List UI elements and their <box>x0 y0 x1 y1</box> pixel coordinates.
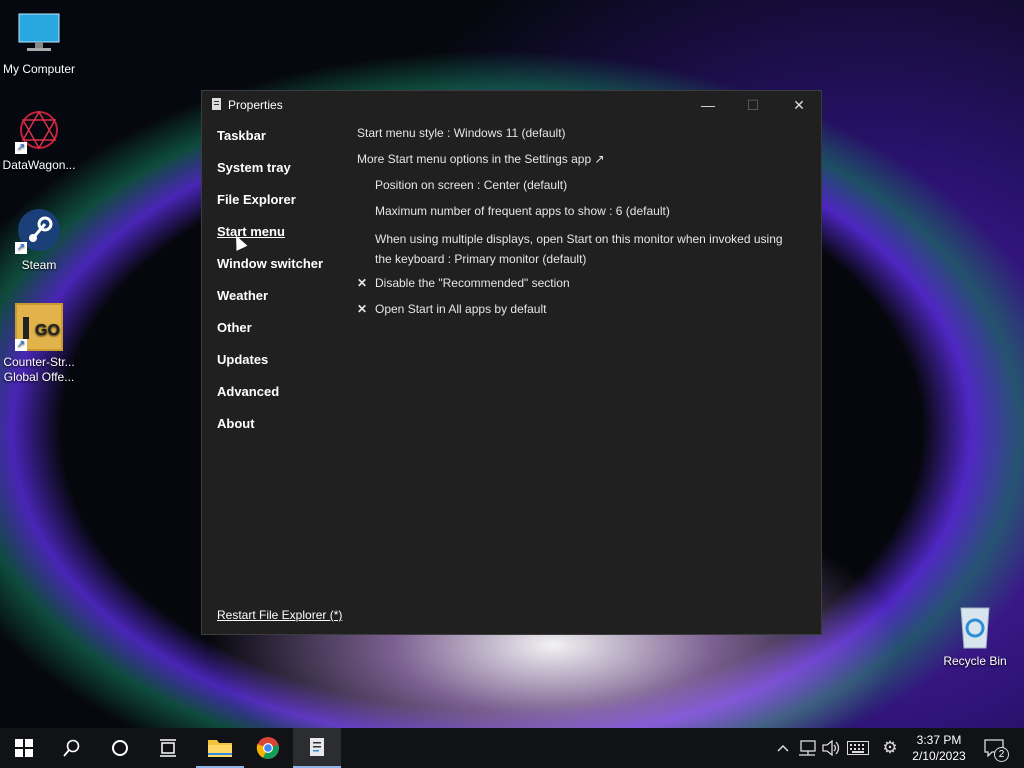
recycle-bin-icon <box>951 602 999 650</box>
clock-date: 2/10/2023 <box>912 749 966 763</box>
restart-file-explorer-link[interactable]: Restart File Explorer (*) <box>217 608 342 622</box>
check-mark-icon: ✕ <box>357 276 368 290</box>
desktop-icon-label: Steam <box>21 258 57 272</box>
start-button[interactable] <box>0 728 48 768</box>
keyboard-button[interactable] <box>845 728 871 768</box>
taskbar-properties-app[interactable] <box>293 728 341 768</box>
setting-max-frequent-apps[interactable]: Maximum number of frequent apps to show … <box>357 203 797 229</box>
taskbar: ⚙ 3:37 PM 2/10/2023 2 <box>0 728 1024 768</box>
nav-item-updates[interactable]: Updates <box>217 352 323 384</box>
nav-item-taskbar[interactable]: Taskbar <box>217 128 323 160</box>
check-mark-icon: ✕ <box>357 302 368 316</box>
chevron-up-icon <box>777 744 789 752</box>
link-more-start-options[interactable]: More Start menu options in the Settings … <box>357 151 797 177</box>
csgo-logo-icon: GO ↗ <box>15 303 63 351</box>
settings-panel: Start menu style : Windows 11 (default) … <box>357 125 797 327</box>
action-center-button[interactable]: 2 <box>978 728 1010 768</box>
search-icon <box>63 739 80 757</box>
nav-item-weather[interactable]: Weather <box>217 288 323 320</box>
svg-text:GO: GO <box>35 322 60 339</box>
nav-item-other[interactable]: Other <box>217 320 323 352</box>
taskbar-file-explorer[interactable] <box>196 728 244 768</box>
volume-button[interactable] <box>820 728 842 768</box>
nav-item-advanced[interactable]: Advanced <box>217 384 323 416</box>
shortcut-arrow-icon: ↗ <box>15 242 27 254</box>
taskbar-chrome[interactable] <box>244 728 292 768</box>
nav-item-about[interactable]: About <box>217 416 323 448</box>
shortcut-arrow-icon: ↗ <box>15 142 27 154</box>
chrome-icon <box>256 737 279 759</box>
window-titlebar[interactable]: Properties — ☐ ✕ <box>202 91 821 119</box>
clock-time: 3:37 PM <box>916 733 962 747</box>
setting-disable-recommended[interactable]: ✕ Disable the "Recommended" section <box>357 275 797 301</box>
search-button[interactable] <box>48 728 96 768</box>
cortana-circle-icon <box>112 740 128 756</box>
desktop-icon-label: My Computer <box>2 62 76 76</box>
task-view-button[interactable] <box>144 728 192 768</box>
gear-icon: ⚙ <box>882 738 898 757</box>
folder-icon <box>208 740 232 757</box>
datawagon-logo-icon: ↗ <box>15 106 63 154</box>
network-button[interactable] <box>796 728 818 768</box>
task-view-icon <box>160 739 176 757</box>
desktop-icon-steam[interactable]: ↗ Steam <box>0 206 78 273</box>
setting-multi-display[interactable]: When using multiple displays, open Start… <box>357 229 797 275</box>
cortana-button[interactable] <box>96 728 144 768</box>
window-title: Properties <box>228 98 283 112</box>
windows-logo-icon <box>15 739 33 757</box>
monitor-icon <box>15 10 63 58</box>
desktop-icon-label: Recycle Bin <box>943 654 1007 668</box>
steam-logo-icon: ↗ <box>15 206 63 254</box>
setting-open-all-apps[interactable]: ✕ Open Start in All apps by default <box>357 301 797 327</box>
shortcut-arrow-icon: ↗ <box>15 339 27 351</box>
show-hidden-icons-button[interactable] <box>772 728 794 768</box>
setting-position[interactable]: Position on screen : Center (default) <box>357 177 797 203</box>
close-button[interactable]: ✕ <box>776 91 822 119</box>
network-icon <box>799 740 816 756</box>
desktop-icon-datawagon[interactable]: ↗ DataWagon... <box>0 106 78 173</box>
minimize-button[interactable]: — <box>685 91 731 119</box>
setting-start-menu-style[interactable]: Start menu style : Windows 11 (default) <box>357 125 797 151</box>
nav-item-file-explorer[interactable]: File Explorer <box>217 192 323 224</box>
desktop-icon-recycle-bin[interactable]: Recycle Bin <box>936 602 1014 669</box>
app-document-icon <box>310 738 324 756</box>
nav-item-system-tray[interactable]: System tray <box>217 160 323 192</box>
desktop-icon-label: DataWagon... <box>2 158 76 172</box>
setting-label: Open Start in All apps by default <box>375 302 547 316</box>
notification-count-badge: 2 <box>994 747 1009 762</box>
properties-window: Properties — ☐ ✕ Taskbar System tray Fil… <box>201 90 822 635</box>
setting-label: Disable the "Recommended" section <box>375 276 570 290</box>
desktop-icon-csgo[interactable]: GO ↗ Counter-Str... Global Offe... <box>0 303 78 385</box>
sidebar-nav: Taskbar System tray File Explorer Start … <box>217 128 323 448</box>
desktop-icon-my-computer[interactable]: My Computer <box>0 10 78 77</box>
app-document-icon <box>212 98 221 110</box>
settings-button[interactable]: ⚙ <box>878 728 902 768</box>
keyboard-icon <box>847 741 869 755</box>
maximize-button[interactable]: ☐ <box>730 91 776 119</box>
desktop-icon-label: Counter-Str... Global Offe... <box>3 355 75 384</box>
speaker-icon <box>822 740 840 756</box>
nav-item-window-switcher[interactable]: Window switcher <box>217 256 323 288</box>
clock[interactable]: 3:37 PM 2/10/2023 <box>904 732 974 764</box>
